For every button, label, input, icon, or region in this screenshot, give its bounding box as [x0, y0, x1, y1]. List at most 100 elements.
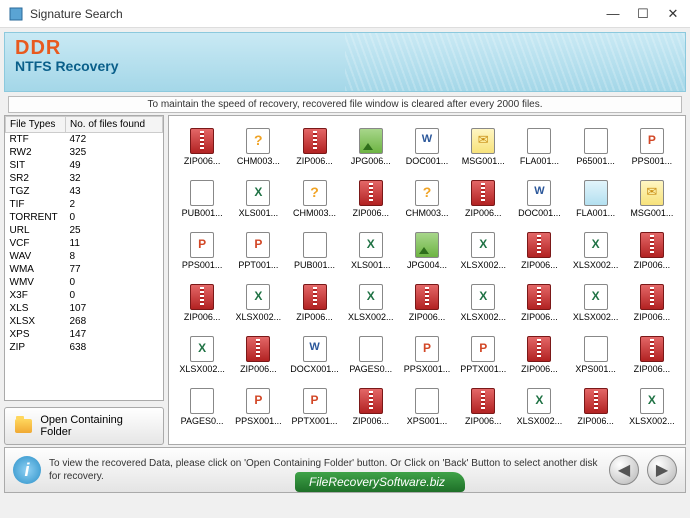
- table-row[interactable]: URL25: [6, 224, 163, 237]
- file-icon: [584, 180, 608, 206]
- file-item[interactable]: ZIP006...: [512, 278, 566, 328]
- type-cell: XLSX: [6, 315, 66, 328]
- file-icon: [584, 232, 608, 258]
- file-item[interactable]: DOCX001...: [287, 330, 341, 380]
- file-item[interactable]: PPTX001...: [456, 330, 510, 380]
- file-item[interactable]: PPSX001...: [231, 382, 285, 432]
- file-item[interactable]: XLS001...: [231, 174, 285, 224]
- file-item[interactable]: PPTX001...: [287, 382, 341, 432]
- file-item[interactable]: MSG001...: [456, 122, 510, 172]
- file-item[interactable]: ZIP006...: [344, 174, 398, 224]
- file-item[interactable]: ZIP006...: [456, 382, 510, 432]
- file-item[interactable]: FLA001...: [569, 174, 623, 224]
- file-item[interactable]: CHM003...: [231, 122, 285, 172]
- file-item[interactable]: ZIP006...: [175, 278, 229, 328]
- recovered-files-grid[interactable]: ZIP006...CHM003...ZIP006...JPG006...DOC0…: [168, 115, 686, 445]
- file-item[interactable]: XLSX002...: [456, 226, 510, 276]
- next-button[interactable]: ▶: [647, 455, 677, 485]
- file-item[interactable]: DOC001...: [512, 174, 566, 224]
- type-cell: WMV: [6, 276, 66, 289]
- file-item[interactable]: XLS001...: [344, 226, 398, 276]
- table-row[interactable]: TGZ43: [6, 185, 163, 198]
- table-row[interactable]: VCF11: [6, 237, 163, 250]
- file-item[interactable]: PPS001...: [625, 122, 679, 172]
- table-row[interactable]: SIT49: [6, 159, 163, 172]
- type-cell: TORRENT: [6, 211, 66, 224]
- file-item[interactable]: XLSX002...: [456, 278, 510, 328]
- file-item[interactable]: ZIP006...: [287, 278, 341, 328]
- file-icon: [640, 388, 664, 414]
- count-cell: 147: [66, 328, 163, 341]
- table-row[interactable]: RW2325: [6, 146, 163, 159]
- file-item[interactable]: ZIP006...: [287, 122, 341, 172]
- file-item[interactable]: ZIP006...: [625, 278, 679, 328]
- file-item[interactable]: ZIP006...: [569, 382, 623, 432]
- file-item[interactable]: PUB001...: [175, 174, 229, 224]
- file-item[interactable]: MSG001...: [625, 174, 679, 224]
- col-file-types[interactable]: File Types: [6, 117, 66, 133]
- file-item[interactable]: ZIP006...: [625, 330, 679, 380]
- file-item[interactable]: ZIP006...: [456, 174, 510, 224]
- file-item[interactable]: ZIP006...: [400, 278, 454, 328]
- table-row[interactable]: WAV8: [6, 250, 163, 263]
- file-item[interactable]: ZIP006...: [175, 122, 229, 172]
- file-item[interactable]: XLSX002...: [231, 278, 285, 328]
- file-item[interactable]: PAGES0...: [344, 330, 398, 380]
- file-label: ZIP006...: [409, 312, 446, 322]
- col-file-count[interactable]: No. of files found: [66, 117, 163, 133]
- file-label: XLSX002...: [236, 312, 282, 322]
- file-item[interactable]: ZIP006...: [512, 330, 566, 380]
- file-item[interactable]: XPS001...: [400, 382, 454, 432]
- file-item[interactable]: CHM003...: [287, 174, 341, 224]
- footer-bar: i To view the recovered Data, please cli…: [4, 447, 686, 493]
- table-row[interactable]: X3F0: [6, 289, 163, 302]
- file-item[interactable]: XLSX002...: [569, 278, 623, 328]
- table-row[interactable]: ZIP638: [6, 341, 163, 354]
- open-containing-folder-button[interactable]: Open Containing Folder: [4, 407, 164, 445]
- table-row[interactable]: SR232: [6, 172, 163, 185]
- close-button[interactable]: ✕: [664, 6, 682, 22]
- minimize-button[interactable]: —: [604, 6, 622, 22]
- file-icon: [471, 388, 495, 414]
- file-item[interactable]: JPG006...: [344, 122, 398, 172]
- file-label: XPS001...: [575, 364, 616, 374]
- file-item[interactable]: PAGES0...: [175, 382, 229, 432]
- file-item[interactable]: PPS001...: [175, 226, 229, 276]
- table-row[interactable]: RTF472: [6, 133, 163, 147]
- table-row[interactable]: WMV0: [6, 276, 163, 289]
- back-button[interactable]: ◀: [609, 455, 639, 485]
- file-item[interactable]: ZIP006...: [344, 382, 398, 432]
- file-item[interactable]: PUB001...: [287, 226, 341, 276]
- file-item[interactable]: ZIP006...: [512, 226, 566, 276]
- file-type-table[interactable]: File Types No. of files found RTF472RW23…: [4, 115, 164, 401]
- maximize-button[interactable]: ☐: [634, 6, 652, 22]
- file-item[interactable]: ZIP006...: [231, 330, 285, 380]
- file-item[interactable]: DOC001...: [400, 122, 454, 172]
- file-item[interactable]: ZIP006...: [625, 226, 679, 276]
- file-item[interactable]: P65001...: [569, 122, 623, 172]
- file-item[interactable]: XLSX002...: [175, 330, 229, 380]
- file-item[interactable]: PPT001...: [231, 226, 285, 276]
- file-item[interactable]: XLSX002...: [344, 278, 398, 328]
- table-row[interactable]: XLSX268: [6, 315, 163, 328]
- table-row[interactable]: XPS147: [6, 328, 163, 341]
- file-item[interactable]: XLSX002...: [625, 382, 679, 432]
- file-label: FLA001...: [520, 156, 559, 166]
- file-item[interactable]: XLSX002...: [569, 226, 623, 276]
- file-icon: [303, 388, 327, 414]
- file-label: JPG004...: [407, 260, 447, 270]
- table-row[interactable]: TIF2: [6, 198, 163, 211]
- file-item[interactable]: XPS001...: [569, 330, 623, 380]
- file-item[interactable]: FLA001...: [512, 122, 566, 172]
- table-row[interactable]: XLS107: [6, 302, 163, 315]
- table-row[interactable]: TORRENT0: [6, 211, 163, 224]
- file-label: ZIP006...: [634, 364, 671, 374]
- notice-bar: To maintain the speed of recovery, recov…: [8, 96, 682, 113]
- file-item[interactable]: XLSX002...: [512, 382, 566, 432]
- file-item[interactable]: JPG004...: [400, 226, 454, 276]
- file-item[interactable]: CHM003...: [400, 174, 454, 224]
- table-row[interactable]: WMA77: [6, 263, 163, 276]
- file-icon: [359, 180, 383, 206]
- file-item[interactable]: PPSX001...: [400, 330, 454, 380]
- file-label: ZIP006...: [521, 364, 558, 374]
